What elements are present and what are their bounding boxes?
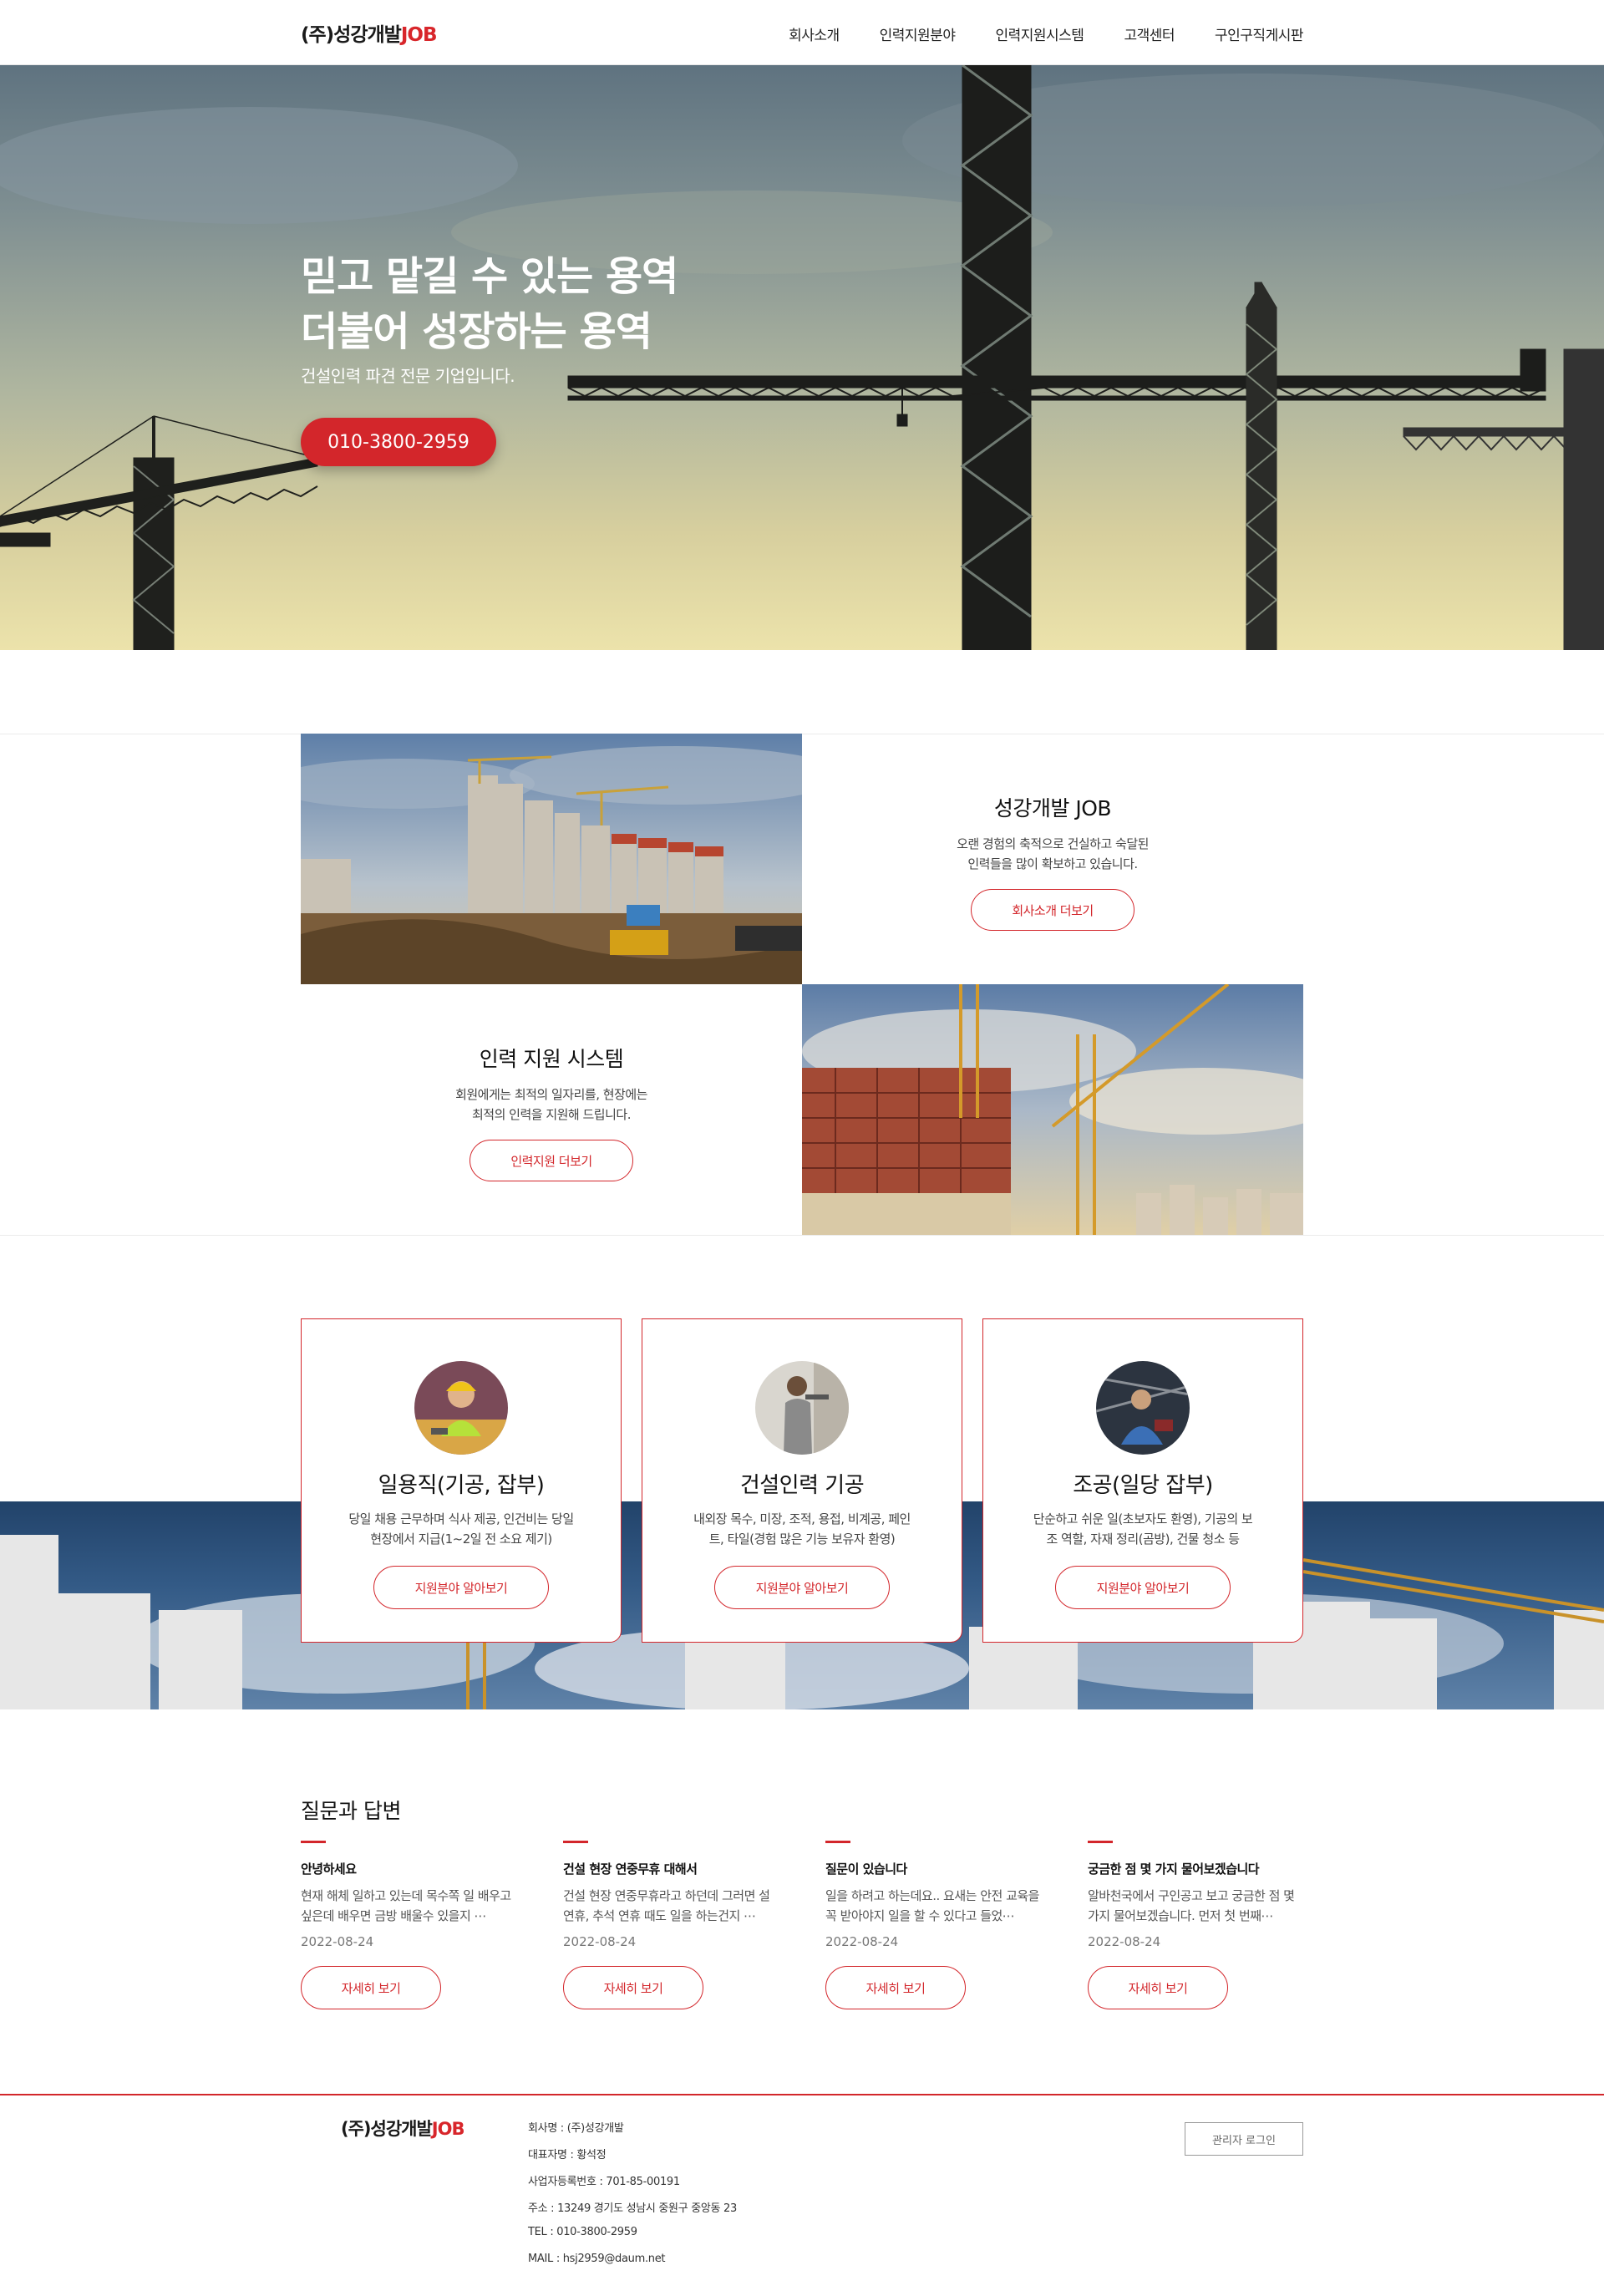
qa-detail-button[interactable]: 자세히 보기 (563, 1966, 703, 2009)
footer-address: 주소 : 13249 경기도 성남시 중원구 중앙동 23 (528, 2202, 737, 2215)
logo-text: (주)성강개발 (301, 24, 402, 46)
hero-title-line1: 믿고 맡길 수 있는 용역 (301, 253, 678, 300)
qa-item-date: 2022-08-24 (301, 1934, 374, 1949)
footer-logo-accent: JOB (431, 2119, 465, 2139)
qa-item-body: 현재 해체 일하고 있는데 목수쪽 일 배우고 싶은데 배우면 금방 배울수 있… (301, 1888, 511, 1923)
qa-item-body: 알바천국에서 구인공고 보고 궁금한 점 몇 가지 물어보겠습니다. 먼저 첫 … (1088, 1888, 1295, 1923)
intro-divider-bottom (0, 1235, 1604, 1236)
intro-system-desc-2: 최적의 인력을 지원해 드립니다. (472, 1107, 631, 1122)
field-card-helper: 조공(일당 잡부) 단순하고 쉬운 일(초보자도 환영), 기공의 보조 역할,… (982, 1318, 1303, 1643)
qa-accent-bar (301, 1841, 326, 1843)
field-card-title: 조공(일당 잡부) (1073, 1473, 1213, 1498)
intro-company-title: 성강개발 JOB (993, 796, 1112, 820)
site-header: (주)성강개발JOB 회사소개 인력지원분야 인력지원시스템 고객센터 구인구직… (0, 0, 1604, 65)
footer-company-name: 회사명 : (주)성강개발 (528, 2122, 624, 2135)
nav-item-fields[interactable]: 인력지원분야 (880, 23, 956, 44)
qa-item: 궁금한 점 몇 가지 물어보겠습니다 알바천국에서 구인공고 보고 궁금한 점 … (1088, 1841, 1305, 2009)
field-card-desc: 당일 채용 근무하며 식사 제공, 인건비는 당일현장에서 지급(1~2일 전 … (336, 1509, 586, 1549)
field-more-button[interactable]: 지원분야 알아보기 (373, 1566, 549, 1609)
footer-business-number: 사업자등록번호 : 701-85-00191 (528, 2176, 680, 2188)
qa-item-date: 2022-08-24 (825, 1934, 899, 1949)
qa-item-body: 일을 하려고 하는데요.. 요새는 안전 교육을 꼭 받아야지 일을 할 수 있… (825, 1888, 1039, 1923)
company-more-button[interactable]: 회사소개 더보기 (971, 889, 1134, 931)
hero-banner: 믿고 맡길 수 있는 용역 더불어 성장하는 용역 건설인력 파견 전문 기업입… (0, 65, 1604, 650)
field-card-desc-line1: 단순하고 쉬운 일(초보자도 환영), 기공의 보 (1033, 1511, 1253, 1526)
field-card-desc: 단순하고 쉬운 일(초보자도 환영), 기공의 보조 역할, 자재 정리(곰방)… (1018, 1509, 1268, 1549)
qa-item-title[interactable]: 안녕하세요 (301, 1860, 518, 1877)
qa-accent-bar (825, 1841, 850, 1843)
footer-company-info: 회사명 : (주)성강개발 대표자명 : 황석정 사업자등록번호 : 701-8… (528, 2119, 737, 2279)
site-logo[interactable]: (주)성강개발JOB (301, 18, 438, 47)
qa-item: 건설 현장 연중무휴 대해서 건설 현장 연중무휴라고 하던데 그러면 설 연휴… (563, 1841, 780, 2009)
intro-company-desc-1: 오랜 경험의 축적으로 건실하고 숙달된 (957, 836, 1149, 851)
nav-item-support[interactable]: 고객센터 (1124, 23, 1175, 44)
nav-item-system[interactable]: 인력지원시스템 (995, 23, 1084, 44)
intro-system-block: 인력 지원 시스템 회원에게는 최적의 일자리를, 현장에는 최적의 인력을 지… (301, 1043, 802, 1181)
intro-system-title: 인력 지원 시스템 (479, 1047, 624, 1071)
admin-login-button[interactable]: 관리자 로그인 (1185, 2122, 1303, 2156)
logo-accent: JOB (400, 24, 438, 46)
system-more-button[interactable]: 인력지원 더보기 (470, 1140, 633, 1181)
footer-logo[interactable]: (주)성강개발JOB (341, 2116, 464, 2141)
worker-avatar (755, 1361, 849, 1455)
field-card-desc: 내외장 목수, 미장, 조적, 용접, 비계공, 페인트, 타일(경험 많은 기… (677, 1509, 927, 1549)
qa-item-title[interactable]: 건설 현장 연중무휴 대해서 (563, 1860, 780, 1877)
hero-title: 믿고 맡길 수 있는 용역 더불어 성장하는 용역 (301, 249, 678, 359)
field-card-skilled: 건설인력 기공 내외장 목수, 미장, 조적, 용접, 비계공, 페인트, 타일… (642, 1318, 962, 1643)
construction-site-photo (301, 734, 802, 984)
qa-accent-bar (563, 1841, 588, 1843)
field-card-desc-line2: 조 역할, 자재 정리(곰방), 건물 청소 등 (1046, 1532, 1240, 1547)
footer-tel: TEL : 010-3800-2959 (528, 2226, 637, 2238)
field-card-daily: 일용직(기공, 잡부) 당일 채용 근무하며 식사 제공, 인건비는 당일현장에… (301, 1318, 622, 1643)
hero-title-line2: 더불어 성장하는 용역 (301, 308, 652, 355)
phone-call-button[interactable]: 010-3800-2959 (301, 418, 496, 466)
hero-crane-illustration (0, 65, 1604, 650)
crane-building-photo (802, 984, 1303, 1235)
footer-ceo: 대표자명 : 황석정 (528, 2149, 607, 2161)
field-card-desc-line1: 내외장 목수, 미장, 조적, 용접, 비계공, 페인 (693, 1511, 911, 1526)
field-more-button[interactable]: 지원분야 알아보기 (1055, 1566, 1231, 1609)
qa-item: 질문이 있습니다 일을 하려고 하는데요.. 요새는 안전 교육을 꼭 받아야지… (825, 1841, 1043, 2009)
qa-detail-button[interactable]: 자세히 보기 (825, 1966, 966, 2009)
intro-system-desc-1: 회원에게는 최적의 일자리를, 현장에는 (455, 1087, 647, 1102)
intro-company-desc-2: 인력들을 많이 확보하고 있습니다. (967, 856, 1138, 871)
nav-item-company[interactable]: 회사소개 (789, 23, 840, 44)
hero-subtitle: 건설인력 파견 전문 기업입니다. (301, 366, 515, 386)
qa-detail-button[interactable]: 자세히 보기 (301, 1966, 441, 2009)
field-card-title: 건설인력 기공 (739, 1473, 865, 1498)
field-card-desc-line2: 트, 타일(경험 많은 기능 보유자 환영) (708, 1532, 896, 1547)
intro-company-block: 성강개발 JOB 오랜 경험의 축적으로 건실하고 숙달된 인력들을 많이 확보… (802, 792, 1303, 931)
footer-mail: MAIL : hsj2959@daum.net (528, 2253, 666, 2265)
worker-avatar (1096, 1361, 1190, 1455)
site-footer: (주)성강개발JOB 회사명 : (주)성강개발 대표자명 : 황석정 사업자등… (0, 2094, 1604, 2296)
field-card-desc-line2: 현장에서 지급(1~2일 전 소요 제기) (370, 1532, 552, 1547)
qa-item: 안녕하세요 현재 해체 일하고 있는데 목수쪽 일 배우고 싶은데 배우면 금방… (301, 1841, 518, 2009)
qa-item-body: 건설 현장 연중무휴라고 하던데 그러면 설 연휴, 추석 연휴 때도 일을 하… (563, 1888, 770, 1923)
nav-item-board[interactable]: 구인구직게시판 (1215, 23, 1303, 44)
qa-item-title[interactable]: 궁금한 점 몇 가지 물어보겠습니다 (1088, 1860, 1305, 1877)
worker-avatar (414, 1361, 508, 1455)
qa-section-title: 질문과 답변 (301, 1799, 401, 1823)
field-card-title: 일용직(기공, 잡부) (378, 1473, 545, 1498)
field-more-button[interactable]: 지원분야 알아보기 (714, 1566, 890, 1609)
main-nav: 회사소개 인력지원분야 인력지원시스템 고객센터 구인구직게시판 (789, 23, 1303, 44)
qa-item-title[interactable]: 질문이 있습니다 (825, 1860, 1043, 1877)
field-card-desc-line1: 당일 채용 근무하며 식사 제공, 인건비는 당일 (348, 1511, 574, 1526)
footer-logo-text: (주)성강개발 (341, 2119, 433, 2139)
qa-item-date: 2022-08-24 (563, 1934, 637, 1949)
qa-accent-bar (1088, 1841, 1113, 1843)
qa-detail-button[interactable]: 자세히 보기 (1088, 1966, 1228, 2009)
qa-item-date: 2022-08-24 (1088, 1934, 1161, 1949)
